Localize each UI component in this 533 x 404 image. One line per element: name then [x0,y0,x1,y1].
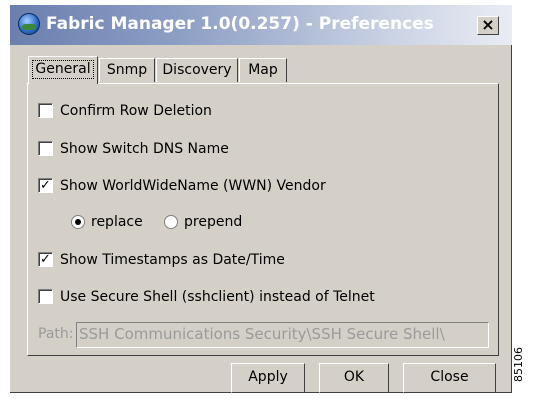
general-tab-panel: Confirm Row Deletion Show Switch DNS Nam… [27,83,499,356]
ssh-path-field[interactable]: SSH Communications Security\SSH Secure S… [76,322,489,348]
tab-snmp[interactable]: Snmp [99,58,155,82]
path-label: Path: [38,326,74,342]
confirm-row-deletion-checkbox[interactable] [38,103,53,118]
show-switch-dns-name-label: Show Switch DNS Name [60,141,229,157]
tab-general-label: General [32,60,94,79]
show-timestamps-label: Show Timestamps as Date/Time [60,252,285,268]
figure-id: 85106 [512,347,525,383]
option-show-switch-dns-name[interactable]: Show Switch DNS Name [38,140,229,160]
show-wwn-vendor-label: Show WorldWideName (WWN) Vendor [60,178,326,194]
show-switch-dns-name-checkbox[interactable] [38,141,53,156]
tab-discovery[interactable]: Discovery [156,58,238,82]
prepend-radio[interactable] [164,215,178,229]
wwn-mode-replace[interactable]: replace [71,213,143,233]
close-window-button[interactable]: × [477,16,499,35]
tab-map[interactable]: Map [239,58,287,82]
tab-general[interactable]: General [28,56,98,84]
ssh-path-row: Path: SSH Communications Security\SSH Se… [38,322,490,348]
window-title: Fabric Manager 1.0(0.257) - Preferences [46,14,434,34]
option-use-secure-shell[interactable]: Use Secure Shell (sshclient) instead of … [38,288,375,308]
wwn-mode-prepend[interactable]: prepend [164,213,242,233]
show-timestamps-checkbox[interactable]: ✓ [38,252,53,267]
confirm-row-deletion-label: Confirm Row Deletion [60,103,212,119]
option-show-wwn-vendor[interactable]: ✓ Show WorldWideName (WWN) Vendor [38,177,326,197]
replace-label: replace [91,214,143,230]
option-show-timestamps[interactable]: ✓ Show Timestamps as Date/Time [38,251,285,271]
preferences-dialog: Fabric Manager 1.0(0.257) - Preferences … [10,5,512,393]
use-secure-shell-label: Use Secure Shell (sshclient) instead of … [60,289,375,305]
title-bar[interactable]: Fabric Manager 1.0(0.257) - Preferences … [10,5,512,45]
use-secure-shell-checkbox[interactable] [38,289,53,304]
option-confirm-row-deletion[interactable]: Confirm Row Deletion [38,102,212,122]
close-button[interactable]: Close [403,363,496,393]
show-wwn-vendor-checkbox[interactable]: ✓ [38,178,53,193]
apply-button[interactable]: Apply [231,363,305,393]
prepend-label: prepend [184,214,243,230]
replace-radio[interactable] [71,215,85,229]
ok-button[interactable]: OK [319,363,389,393]
fabric-manager-globe-icon [18,13,40,35]
